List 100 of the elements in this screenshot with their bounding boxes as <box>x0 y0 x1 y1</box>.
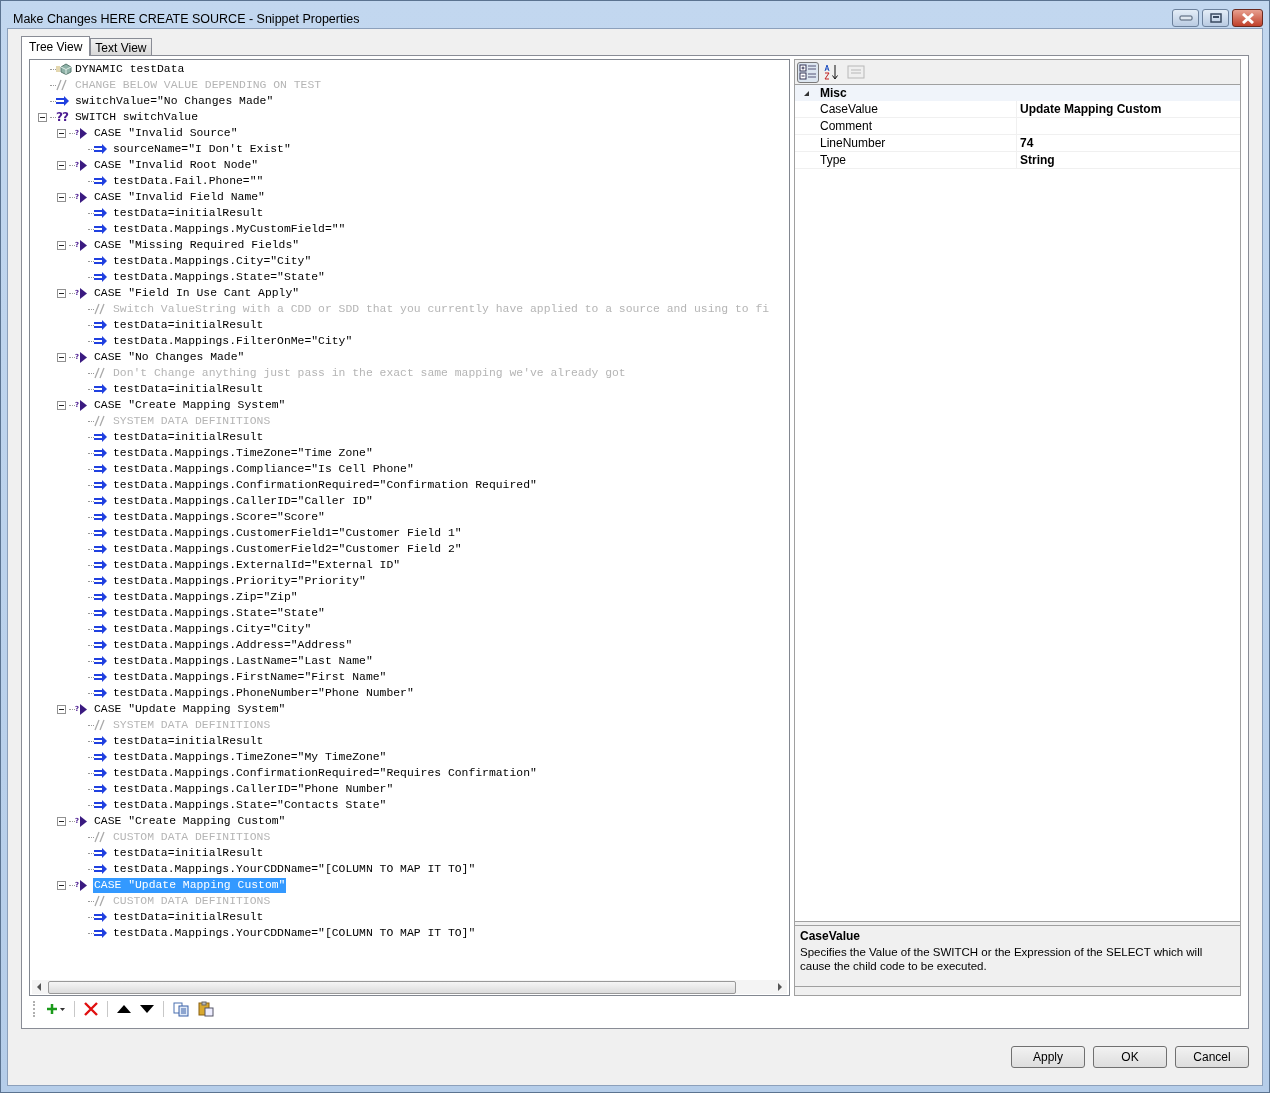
collapse-icon[interactable] <box>57 128 66 138</box>
move-up-button[interactable] <box>114 1003 134 1015</box>
tree-item[interactable]: testData.Mappings.CustomerField1="Customer Field 1" <box>112 525 463 541</box>
tree-item[interactable]: CASE "No Changes Made" <box>93 349 246 365</box>
delete-button[interactable] <box>81 1000 101 1018</box>
scroll-left-icon[interactable] <box>36 983 42 991</box>
collapse-icon[interactable] <box>38 112 47 122</box>
collapse-icon[interactable] <box>57 192 66 202</box>
collapse-icon[interactable] <box>57 400 66 410</box>
assign-arrow-icon <box>94 560 108 570</box>
tree-item[interactable]: testData.Fail.Phone="" <box>112 173 265 189</box>
tree-item[interactable]: testData.Mappings.YourCDDName="[COLUMN TO MAP IT TO]" <box>112 861 477 877</box>
tree-item[interactable]: CASE "Create Mapping Custom" <box>93 813 287 829</box>
tree-item[interactable]: testData.Mappings.ExternalId="External ID" <box>112 557 402 573</box>
tree-item[interactable]: CASE "Invalid Source" <box>93 125 239 141</box>
tree-item[interactable]: testData.Mappings.City="City" <box>112 253 313 269</box>
tree-item[interactable]: testData=initialResult <box>112 205 265 221</box>
tree-item[interactable]: testData.Mappings.MyCustomField="" <box>112 221 347 237</box>
categorized-button[interactable] <box>797 61 819 83</box>
tree-item[interactable]: CASE "Missing Required Fields" <box>93 237 301 253</box>
collapse-icon[interactable] <box>57 704 66 714</box>
assign-arrow-icon <box>94 800 108 810</box>
collapse-icon[interactable] <box>57 288 66 298</box>
tree-item[interactable]: CASE "Invalid Root Node" <box>93 157 260 173</box>
tree-item[interactable]: testData.Mappings.Address="Address" <box>112 637 354 653</box>
cube-icon <box>56 63 72 75</box>
tree-item[interactable]: CASE "Create Mapping System" <box>93 397 287 413</box>
copy-button[interactable] <box>170 999 192 1019</box>
add-button[interactable] <box>44 1001 68 1017</box>
assign-arrow-icon <box>94 640 108 650</box>
dialog-button[interactable]: OK <box>1093 1046 1167 1068</box>
comment-icon <box>94 303 106 315</box>
tree-item[interactable]: sourceName="I Don't Exist" <box>112 141 292 157</box>
tree-item[interactable]: switchValue="No Changes Made" <box>74 93 275 109</box>
tree-item[interactable]: testData.Mappings.CustomerField2="Customer Field 2" <box>112 541 463 557</box>
property-value[interactable]: Update Mapping Custom <box>1017 102 1162 116</box>
collapse-icon[interactable] <box>57 816 66 826</box>
tree-item[interactable]: testData=initialResult <box>112 909 265 925</box>
assign-arrow-icon <box>56 96 70 106</box>
tree-item[interactable]: testData.Mappings.Compliance="Is Cell Phone" <box>112 461 415 477</box>
collapse-icon[interactable] <box>57 240 66 250</box>
tree-item[interactable]: CASE "Update Mapping System" <box>93 701 287 717</box>
maximize-button[interactable] <box>1202 9 1229 27</box>
tree-item[interactable]: testData.Mappings.YourCDDName="[COLUMN TO MAP IT TO]" <box>112 925 477 941</box>
assign-arrow-icon <box>94 384 108 394</box>
triangle-icon <box>80 879 88 891</box>
property-value[interactable]: String <box>1017 153 1055 167</box>
assign-arrow-icon <box>94 464 108 474</box>
tree-item[interactable]: testData=initialResult <box>112 845 265 861</box>
property-name: Comment <box>795 118 1017 134</box>
tree-item[interactable]: testData.Mappings.FilterOnMe="City" <box>112 333 354 349</box>
tree-item[interactable]: testData.Mappings.TimeZone="My TimeZone" <box>112 749 388 765</box>
assign-arrow-icon <box>94 752 108 762</box>
tree-item[interactable]: testData.Mappings.TimeZone="Time Zone" <box>112 445 374 461</box>
triangle-icon <box>80 127 88 139</box>
assign-arrow-icon <box>94 864 108 874</box>
tree-item[interactable]: testData=initialResult <box>112 733 265 749</box>
assign-arrow-icon <box>94 672 108 682</box>
horizontal-scrollbar[interactable] <box>32 980 787 994</box>
tree-item[interactable]: CASE "Field In Use Cant Apply" <box>93 285 301 301</box>
collapse-icon[interactable] <box>803 89 810 97</box>
tab[interactable]: Tree View <box>21 36 91 56</box>
tree-item[interactable]: testData.Mappings.FirstName="First Name" <box>112 669 388 685</box>
dialog-button[interactable]: Cancel <box>1175 1046 1249 1068</box>
property-value[interactable]: 74 <box>1017 136 1034 150</box>
tree-item[interactable]: testData.Mappings.Priority="Priority" <box>112 573 367 589</box>
close-button[interactable] <box>1232 9 1263 27</box>
tree-item[interactable]: testData.Mappings.LastName="Last Name" <box>112 653 374 669</box>
tree-item[interactable]: DYNAMIC testData <box>74 61 186 77</box>
collapse-icon[interactable] <box>57 352 66 362</box>
paste-button[interactable] <box>195 999 217 1019</box>
tree-item[interactable]: SWITCH switchValue <box>74 109 200 125</box>
assign-arrow-icon <box>94 496 108 506</box>
tree-item[interactable]: testData.Mappings.CallerID="Caller ID" <box>112 493 374 509</box>
tree-item[interactable]: testData.Mappings.State="Contacts State" <box>112 797 388 813</box>
dialog-button[interactable]: Apply <box>1011 1046 1085 1068</box>
scroll-right-icon[interactable] <box>777 983 783 991</box>
tree-item[interactable]: testData.Mappings.ConfirmationRequired="Confirmation Required" <box>112 477 538 493</box>
tab[interactable]: Text View <box>90 38 152 55</box>
assign-arrow-icon <box>94 576 108 586</box>
triangle-icon <box>80 287 88 299</box>
tree-item[interactable]: testData.Mappings.Score="Score" <box>112 509 326 525</box>
assign-arrow-icon <box>94 448 108 458</box>
tree-item[interactable]: testData=initialResult <box>112 381 265 397</box>
tree-item[interactable]: testData.Mappings.State="State" <box>112 605 326 621</box>
tree-item[interactable]: testData.Mappings.CallerID="Phone Number" <box>112 781 395 797</box>
minimize-button[interactable] <box>1172 9 1199 27</box>
collapse-icon[interactable] <box>57 880 66 890</box>
tree-item[interactable]: testData.Mappings.Zip="Zip" <box>112 589 299 605</box>
move-down-button[interactable] <box>137 1003 157 1015</box>
tree-item[interactable]: CASE "Invalid Field Name" <box>93 189 266 205</box>
assign-arrow-icon <box>94 480 108 490</box>
tree-item[interactable]: testData.Mappings.State="State" <box>112 269 326 285</box>
tree-item[interactable]: testData.Mappings.City="City" <box>112 621 313 637</box>
tree-item[interactable]: testData.Mappings.ConfirmationRequired="Requires Confirmation" <box>112 765 538 781</box>
tree-item[interactable]: testData=initialResult <box>112 317 265 333</box>
tree-item[interactable]: testData.Mappings.PhoneNumber="Phone Number" <box>112 685 415 701</box>
collapse-icon[interactable] <box>57 160 66 170</box>
close-icon <box>1240 12 1255 24</box>
tree-item[interactable]: testData=initialResult <box>112 429 265 445</box>
